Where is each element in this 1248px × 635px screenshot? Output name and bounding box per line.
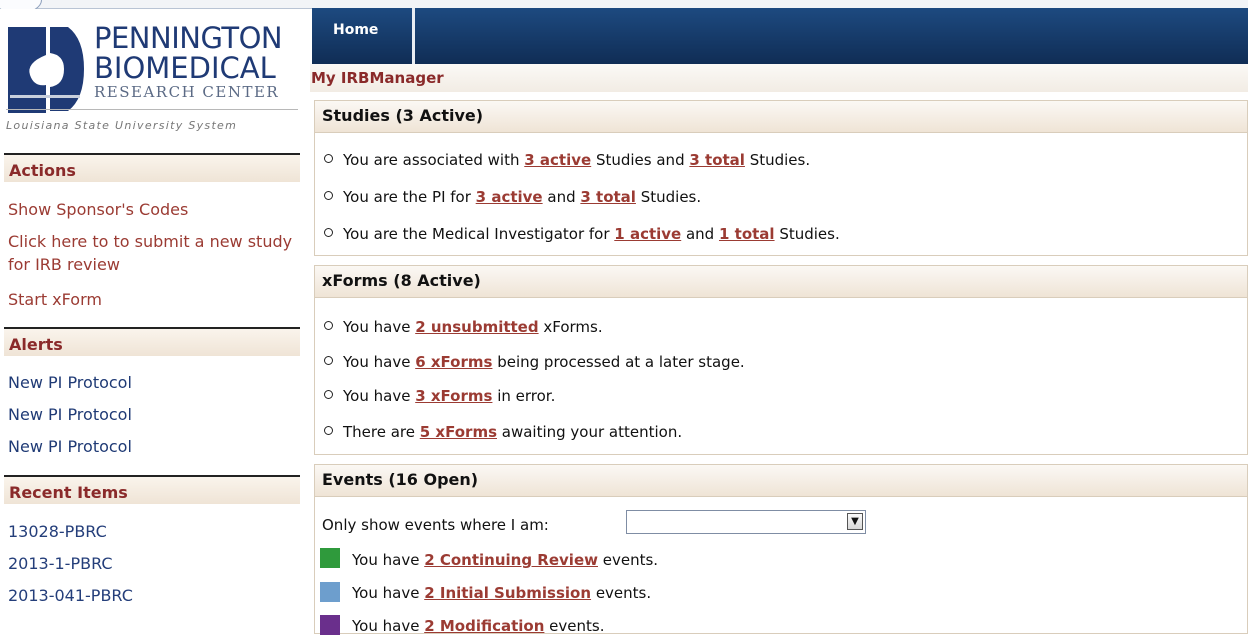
row-text: You have (343, 353, 416, 371)
row-text: events. (591, 584, 652, 602)
list-item: You are the PI for 3 active and 3 total … (324, 188, 701, 206)
recent-items-header: Recent Items (4, 475, 300, 504)
alert-item[interactable]: New PI Protocol (8, 403, 300, 426)
logo-text-line2: BIOMEDICAL (94, 51, 276, 85)
row-text: You have (352, 617, 425, 635)
list-item: You are associated with 3 active Studies… (324, 151, 810, 169)
xforms-processing-link[interactable]: 6 xForms (415, 353, 492, 371)
chevron-down-icon[interactable]: ▼ (847, 513, 863, 530)
row-text: events. (544, 617, 605, 635)
bullet-icon (324, 426, 333, 435)
row-text: and (681, 225, 719, 243)
initial-submission-events-link[interactable]: 2 Initial Submission (424, 584, 591, 602)
main-nav-bar: Home (312, 8, 1248, 64)
recent-item[interactable]: 2013-1-PBRC (8, 552, 300, 575)
row-text: xForms. (538, 318, 603, 336)
logo-subtitle: Louisiana State University System (6, 119, 238, 132)
recent-item[interactable]: 2013-041-PBRC (8, 584, 300, 607)
modification-events-link[interactable]: 2 Modification (424, 617, 544, 635)
row-text: You have (343, 318, 416, 336)
row-text: Studies and (591, 151, 690, 169)
list-item: You are the Medical Investigator for 1 a… (324, 225, 840, 243)
row-text: You have (343, 387, 416, 405)
show-sponsor-codes-link[interactable]: Show Sponsor's Codes (8, 198, 300, 221)
alert-item[interactable]: New PI Protocol (8, 371, 300, 394)
row-text: You have (352, 584, 425, 602)
page-title: My IRBManager (311, 69, 444, 87)
logo-text-line3: RESEARCH CENTER (94, 83, 280, 101)
row-text: awaiting your attention. (497, 423, 683, 441)
bullet-icon (324, 191, 333, 200)
actions-header: Actions (4, 153, 300, 182)
logo-mark-icon (8, 25, 84, 113)
modification-swatch (320, 615, 340, 635)
row-text: There are (343, 423, 420, 441)
list-item: You have 6 xForms being processed at a l… (324, 353, 745, 371)
studies-associated-active-link[interactable]: 3 active (524, 151, 591, 169)
alert-item[interactable]: New PI Protocol (8, 435, 300, 458)
row-text: You are the Medical Investigator for (343, 225, 615, 243)
studies-panel: Studies (3 Active) You are associated wi… (314, 100, 1248, 256)
submit-new-study-link[interactable]: Click here to to submit a new study for … (8, 230, 300, 276)
list-item: You have 2 unsubmitted xForms. (324, 318, 603, 336)
events-filter-label: Only show events where I am: (322, 516, 549, 534)
studies-panel-title: Studies (3 Active) (315, 101, 1247, 133)
event-row: You have 2 Initial Submission events. (352, 584, 651, 602)
studies-pi-active-link[interactable]: 3 active (476, 188, 543, 206)
event-row: You have 2 Modification events. (352, 617, 604, 635)
studies-pi-total-link[interactable]: 3 total (580, 188, 636, 206)
row-text: Studies. (635, 188, 702, 206)
bullet-icon (324, 356, 333, 365)
xforms-panel: xForms (8 Active) You have 2 unsubmitted… (314, 265, 1248, 455)
row-text: You have (352, 551, 425, 569)
studies-mi-total-link[interactable]: 1 total (719, 225, 775, 243)
bullet-icon (324, 321, 333, 330)
tab-home-label: Home (333, 22, 379, 38)
studies-mi-active-link[interactable]: 1 active (614, 225, 681, 243)
continuing-review-swatch (320, 548, 340, 568)
bullet-icon (324, 228, 333, 237)
studies-associated-total-link[interactable]: 3 total (689, 151, 745, 169)
xforms-panel-title: xForms (8 Active) (315, 266, 1247, 298)
alerts-header: Alerts (4, 327, 300, 356)
row-text: Studies. (774, 225, 840, 243)
row-text: events. (597, 551, 659, 569)
tab-home[interactable]: Home (312, 8, 415, 64)
continuing-review-events-link[interactable]: 2 Continuing Review (424, 551, 598, 569)
xforms-attention-link[interactable]: 5 xForms (420, 423, 497, 441)
row-text: You are the PI for (343, 188, 476, 206)
bullet-icon (324, 390, 333, 399)
events-panel: Events (16 Open) Only show events where … (314, 464, 1248, 635)
events-panel-title: Events (16 Open) (315, 465, 1247, 497)
event-row: You have 2 Continuing Review events. (352, 551, 658, 569)
pennington-logo[interactable]: PENNINGTON BIOMEDICAL RESEARCH CENTER (6, 21, 300, 115)
events-role-select[interactable]: ▼ (626, 510, 866, 534)
row-text: being processed at a later stage. (492, 353, 745, 371)
list-item: You have 3 xForms in error. (324, 387, 555, 405)
breadcrumb: My IRBManager (310, 64, 1248, 92)
list-item: There are 5 xForms awaiting your attenti… (324, 423, 682, 441)
xforms-unsubmitted-link[interactable]: 2 unsubmitted (415, 318, 538, 336)
logo-text-line1: PENNINGTON (94, 21, 283, 55)
xforms-error-link[interactable]: 3 xForms (415, 387, 492, 405)
row-text: and (542, 188, 581, 206)
bullet-icon (324, 154, 333, 163)
sidebar: PENNINGTON BIOMEDICAL RESEARCH CENTER Lo… (0, 9, 306, 622)
start-xform-link[interactable]: Start xForm (8, 288, 300, 311)
row-text: You are associated with (343, 151, 525, 169)
recent-item[interactable]: 13028-PBRC (8, 520, 300, 543)
initial-submission-swatch (320, 582, 340, 602)
row-text: in error. (492, 387, 556, 405)
logo-divider (6, 109, 298, 110)
row-text: Studies. (744, 151, 811, 169)
